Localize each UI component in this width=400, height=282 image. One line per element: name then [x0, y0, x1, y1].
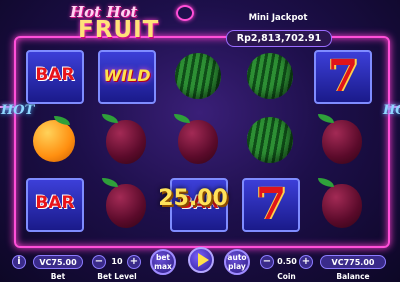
bet-level-label: Bet Level	[97, 272, 137, 281]
watermelon-icon	[247, 53, 293, 99]
balance-label: Balance	[336, 272, 370, 281]
autoplay-button[interactable]: auto play	[224, 249, 250, 275]
coin-minus-button[interactable]: −	[260, 255, 274, 269]
leaf-icon	[318, 114, 334, 123]
plum-icon	[322, 120, 362, 164]
cherry-icon	[176, 5, 194, 21]
play-icon	[198, 253, 209, 267]
info-icon[interactable]: i	[12, 255, 26, 269]
bet-level-plus-button[interactable]: +	[127, 255, 141, 269]
spin-button[interactable]	[188, 247, 214, 273]
bet-value: VC75.00	[33, 255, 83, 269]
seven-symbol-text: 7	[255, 179, 287, 230]
side-text-left: HOT	[1, 103, 35, 118]
symbol-plum	[314, 114, 372, 168]
plum-icon	[178, 120, 218, 164]
symbol-watermelon	[170, 50, 228, 104]
plum-icon	[106, 120, 146, 164]
symbol-wild: WILD	[98, 50, 156, 104]
coin-label: Coin	[277, 272, 296, 281]
symbol-bar: BAR	[26, 178, 84, 232]
plum-icon	[106, 184, 146, 228]
leaf-icon	[318, 178, 334, 187]
plum-icon	[322, 184, 362, 228]
symbol-plum	[170, 114, 228, 168]
bet-label: Bet	[50, 272, 66, 281]
balance-value: VC775.00	[320, 255, 386, 269]
watermelon-icon	[247, 117, 293, 163]
bar-symbol-text: BAR	[35, 193, 75, 213]
seven-symbol-text: 7	[327, 51, 359, 102]
bet-level-minus-button[interactable]: −	[92, 255, 106, 269]
coin-plus-button[interactable]: +	[299, 255, 313, 269]
game-stage: HOT HOT Hot Hot FRUIT Mini Jackpot Rp2,8…	[0, 0, 400, 282]
symbol-watermelon	[242, 114, 300, 168]
symbol-plum	[314, 178, 372, 232]
game-logo: Hot Hot FRUIT	[64, 3, 194, 45]
bar-symbol-text: BAR	[35, 65, 75, 85]
leaf-icon	[174, 114, 190, 123]
symbol-orange	[26, 114, 84, 168]
side-text-right: HOT	[383, 103, 400, 118]
bet-level-value: 10	[111, 257, 123, 266]
leaf-icon	[102, 178, 118, 187]
wild-symbol-text: WILD	[103, 66, 151, 85]
win-amount: 25.00	[158, 186, 228, 211]
symbol-seven: 7	[314, 50, 372, 104]
logo-line2: FRUIT	[78, 17, 160, 43]
orange-icon	[33, 120, 75, 162]
jackpot-label: Mini Jackpot	[248, 13, 308, 23]
symbol-watermelon	[242, 50, 300, 104]
jackpot-value: Rp2,813,702.91	[226, 30, 332, 47]
symbol-seven: 7	[242, 178, 300, 232]
symbol-plum	[98, 114, 156, 168]
coin-value: 0.50	[277, 257, 297, 266]
bet-max-button[interactable]: bet max	[150, 249, 176, 275]
watermelon-icon	[175, 53, 221, 99]
leaf-icon	[102, 114, 118, 123]
symbol-bar: BAR	[26, 50, 84, 104]
